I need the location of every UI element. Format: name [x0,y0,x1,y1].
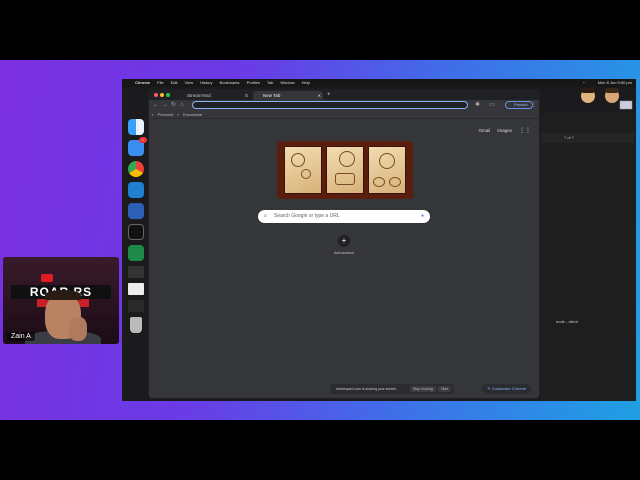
bookmark-encodable[interactable]: Encodable [183,112,202,117]
chrome-icon[interactable] [128,161,144,177]
folder-icon: ▪ [152,112,154,117]
window-controls [154,93,170,97]
sidepanel-icon[interactable]: ▭ [489,101,495,110]
new-tab-page: Gmail Images ⋮⋮ ⌕ Search Google or type … [149,119,539,398]
add-shortcut-tile[interactable]: + Add shortcut [332,235,356,255]
search-icon: ⌕ [264,213,267,219]
tab-new-tab[interactable]: New Tab ✕ [253,91,323,100]
zoom-window-button[interactable] [166,93,170,97]
mail-badge: • [139,137,147,143]
microphone-icon[interactable]: ● [421,210,424,223]
youtube-icon [41,274,53,282]
folder-icon: ▪ [177,112,179,117]
memoji-hair-1 [581,88,595,93]
menu-tab[interactable]: Tab [267,79,273,87]
menu-profiles[interactable]: Profiles [247,79,260,87]
laptop-sticker [619,100,633,110]
doodle-panel-1 [284,146,322,194]
home-icon[interactable]: ⌂ [180,101,184,110]
macos-menubar: Chrome File Edit View History Bookmarks … [122,79,636,87]
hide-sharing-button[interactable]: Hide [438,386,452,392]
terminal-icon[interactable] [128,224,144,240]
presenter-hand [69,317,87,341]
customize-label: Customize Chrome [491,386,526,391]
new-tab-button[interactable]: + [325,91,331,100]
excel-icon[interactable] [128,245,144,261]
terminal-tab-label[interactable]: node - client [542,318,634,326]
menu-edit[interactable]: Edit [171,79,178,87]
menu-app-name[interactable]: Chrome [135,79,150,87]
bookmark-personal[interactable]: Personal [158,112,174,117]
sharing-message: streamyard.com is sharing your screen. [336,387,398,391]
shared-screen: Chrome File Edit View History Bookmarks … [122,79,636,401]
window-thumb-1[interactable] [128,266,144,278]
close-tab-icon[interactable]: ✕ [318,91,321,100]
search-placeholder: Search Google or type a URL [274,213,340,219]
screen-sharing-bar: streamyard.com is sharing your screen. S… [330,384,454,394]
window-thumb-2[interactable] [128,283,144,295]
stop-sharing-button[interactable]: Stop sharing [410,386,436,392]
tab-label: S [245,93,249,98]
address-bar[interactable] [192,101,468,109]
memoji-hair-2 [605,88,619,93]
menu-history[interactable]: History [200,79,212,87]
google-doodle[interactable] [277,141,413,199]
apps-grid-icon[interactable]: ⋮⋮ [519,127,531,134]
presenter-name-tag: Zain A [7,332,35,341]
minimize-window-button[interactable] [160,93,164,97]
tab-strip: StreamYard S New Tab ✕ + [149,90,539,100]
extensions-icon[interactable]: ✱ [475,101,480,110]
ntp-links: Gmail Images ⋮⋮ [478,127,531,134]
menu-help[interactable]: Help [302,79,310,87]
profile-paused-button[interactable]: Paused [505,101,533,109]
doodle-panel-2 [326,146,364,194]
close-window-button[interactable] [154,93,158,97]
presenter-hair [45,290,81,300]
word-icon[interactable] [128,203,144,219]
memoji-avatars [581,88,633,110]
tab-streamyard[interactable]: StreamYard [177,91,235,100]
forward-icon[interactable]: → [162,101,168,110]
vscode-icon[interactable] [128,182,144,198]
chrome-window: StreamYard S New Tab ✕ + ← → ↻ ⌂ ✱ ▭ Pau… [148,89,540,399]
gmail-link[interactable]: Gmail [478,128,490,133]
find-count: ? of ? [542,133,634,143]
menu-dots-icon[interactable]: ⋮ [531,101,537,110]
webcam-feed: ROAR RS BUILL Zain A [3,257,119,344]
pencil-icon: ✎ [487,386,491,391]
mail-icon[interactable]: • [128,137,147,156]
bookmarks-bar: ▪ Personal ▪ Encodable [149,111,539,119]
customize-chrome-button[interactable]: ✎ Customize Chrome [482,384,531,394]
terminal-window: ? of ? node - client [540,113,636,401]
tab-label: New Tab [263,93,281,98]
search-box[interactable]: ⌕ Search Google or type a URL ● [258,210,430,223]
tab-s[interactable]: S [235,91,251,100]
finder-icon[interactable] [128,119,144,135]
back-icon[interactable]: ← [153,101,159,110]
menu-file[interactable]: File [157,79,163,87]
toolbar: ← → ↻ ⌂ ✱ ▭ Paused ⋮ [149,100,539,111]
reload-icon[interactable]: ↻ [171,101,176,110]
doodle-panel-3 [368,146,406,194]
menu-window[interactable]: Window [280,79,294,87]
window-thumb-3[interactable] [128,300,144,312]
add-shortcut-label: Add shortcut [334,251,354,255]
tab-label: StreamYard [187,93,211,98]
trash-icon[interactable] [130,317,142,333]
plus-icon: + [338,235,350,247]
menu-bookmarks[interactable]: Bookmarks [220,79,240,87]
images-link[interactable]: Images [497,128,512,133]
dock: • [126,119,147,369]
menu-view[interactable]: View [184,79,193,87]
